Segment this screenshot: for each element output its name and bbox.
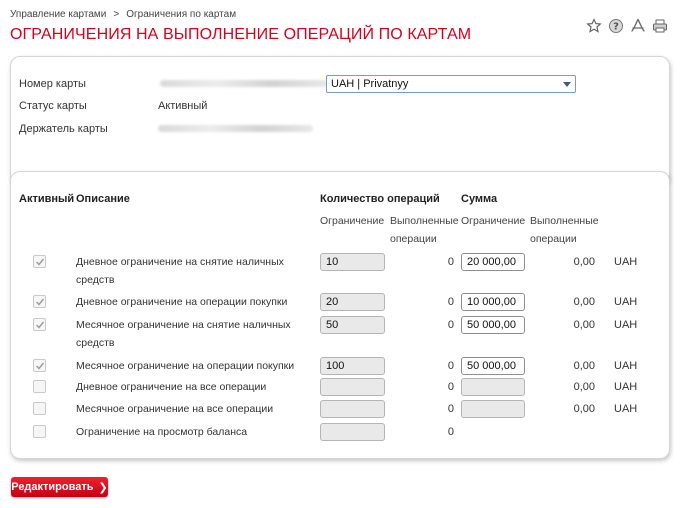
row-1-sum-limit-input[interactable]: 20 000,00: [461, 253, 525, 271]
row-2-sum-done: 0,00: [573, 296, 595, 308]
row-3-sum-limit-input[interactable]: 50 000,00: [461, 316, 525, 334]
row-3-active-checkbox[interactable]: [33, 318, 46, 331]
row-4-description: Месячное ограничение на операции покупки: [76, 360, 295, 372]
row-3-ops-limit-input[interactable]: 50: [320, 316, 385, 334]
row-2-currency: UAH: [614, 296, 638, 308]
row-4-ops-limit-input[interactable]: 100: [320, 357, 385, 375]
row-6-ops-done: 0: [447, 403, 454, 415]
row-6-active-checkbox[interactable]: [33, 402, 46, 415]
row-2-active-checkbox[interactable]: [33, 295, 46, 308]
row-6-description: Месячное ограничение на все операции: [76, 403, 274, 415]
card-number-label: Номер карты: [19, 78, 86, 90]
row-2-ops-done: 0: [447, 296, 454, 308]
breadcrumb-item-card-limits: Ограничения по картам: [126, 9, 237, 20]
card-select[interactable]: UAH | Privatnyy: [326, 75, 576, 93]
svg-text:?: ?: [613, 22, 619, 33]
chevron-right-icon: ❯: [98, 481, 108, 494]
pdf-icon[interactable]: [630, 18, 646, 34]
row-6-currency: UAH: [614, 403, 638, 415]
help-icon[interactable]: ?: [608, 18, 624, 34]
column-active: Активный: [19, 193, 75, 205]
row-5-description: Дневное ограничение на все операции: [76, 381, 267, 393]
row-5-active-checkbox[interactable]: [33, 380, 46, 393]
row-5-currency: UAH: [614, 381, 638, 393]
row-1-currency: UAH: [614, 256, 638, 268]
row-1-ops-done: 0: [447, 256, 454, 268]
row-5-ops-limit-input[interactable]: [320, 378, 385, 396]
row-7-ops-limit-input[interactable]: [320, 423, 385, 441]
page-title: ОГРАНИЧЕНИЯ НА ВЫПОЛНЕНИЕ ОПЕРАЦИЙ ПО КА…: [10, 26, 472, 43]
row-3-description: Месячное ограничение на снятие наличных с…: [76, 319, 291, 349]
row-1-sum-done: 0,00: [573, 256, 595, 268]
row-3-currency: UAH: [614, 319, 638, 331]
print-icon[interactable]: [652, 18, 668, 34]
row-5-sum-done: 0,00: [573, 381, 595, 393]
row-6-sum-limit-input[interactable]: [461, 400, 525, 418]
row-6-sum-done: 0,00: [573, 403, 595, 415]
row-1-description: Дневное ограничение на снятие наличных ср…: [76, 256, 284, 286]
subcolumn-sum-done: Выполненные операции: [530, 215, 599, 245]
row-4-sum-done: 0,00: [573, 360, 595, 372]
row-2-sum-limit-input[interactable]: 10 000,00: [461, 293, 525, 311]
row-5-sum-limit-input[interactable]: [461, 378, 525, 396]
column-description: Описание: [76, 193, 130, 205]
breadcrumb-separator: >: [113, 9, 120, 20]
card-status-label: Статус карты: [19, 100, 87, 112]
subcolumn-sum-limit: Ограничение: [461, 215, 526, 227]
row-1-active-checkbox[interactable]: [33, 255, 46, 268]
row-4-ops-done: 0: [447, 360, 454, 372]
card-status-value: Активный: [158, 100, 208, 112]
column-ops-count: Количество операций: [320, 193, 440, 205]
row-3-sum-done: 0,00: [573, 319, 595, 331]
row-1-ops-limit-input[interactable]: 10: [320, 253, 385, 271]
row-7-description: Ограничение на просмотр баланса: [76, 426, 248, 438]
column-sum: Сумма: [461, 193, 498, 205]
row-7-active-checkbox[interactable]: [33, 425, 46, 438]
edit-button[interactable]: Редактировать ❯: [11, 477, 108, 497]
row-3-ops-done: 0: [447, 319, 454, 331]
star-icon[interactable]: [586, 18, 602, 34]
edit-button-label: Редактировать: [11, 481, 94, 493]
card-number-redacted: [160, 80, 328, 87]
card-select-value: UAH | Privatnyy: [331, 78, 409, 90]
card-holder-redacted: [158, 125, 313, 132]
breadcrumb-item-card-management[interactable]: Управление картами: [10, 9, 106, 20]
row-5-ops-done: 0: [447, 381, 454, 393]
row-6-ops-limit-input[interactable]: [320, 400, 385, 418]
row-7-ops-done: 0: [447, 426, 454, 438]
page-tools: ?: [586, 18, 668, 34]
chevron-down-icon: [563, 82, 571, 87]
row-2-ops-limit-input[interactable]: 20: [320, 293, 385, 311]
row-4-currency: UAH: [614, 360, 638, 372]
row-2-description: Дневное ограничение на операции покупки: [76, 296, 288, 308]
card-holder-label: Держатель карты: [19, 123, 108, 135]
subcolumn-ops-limit: Ограничение: [320, 215, 385, 227]
row-4-active-checkbox[interactable]: [33, 359, 46, 372]
row-4-sum-limit-input[interactable]: 50 000,00: [461, 357, 525, 375]
breadcrumb: Управление картами > Ограничения по картам: [10, 9, 236, 20]
subcolumn-ops-done: Выполненные операции: [390, 215, 459, 245]
